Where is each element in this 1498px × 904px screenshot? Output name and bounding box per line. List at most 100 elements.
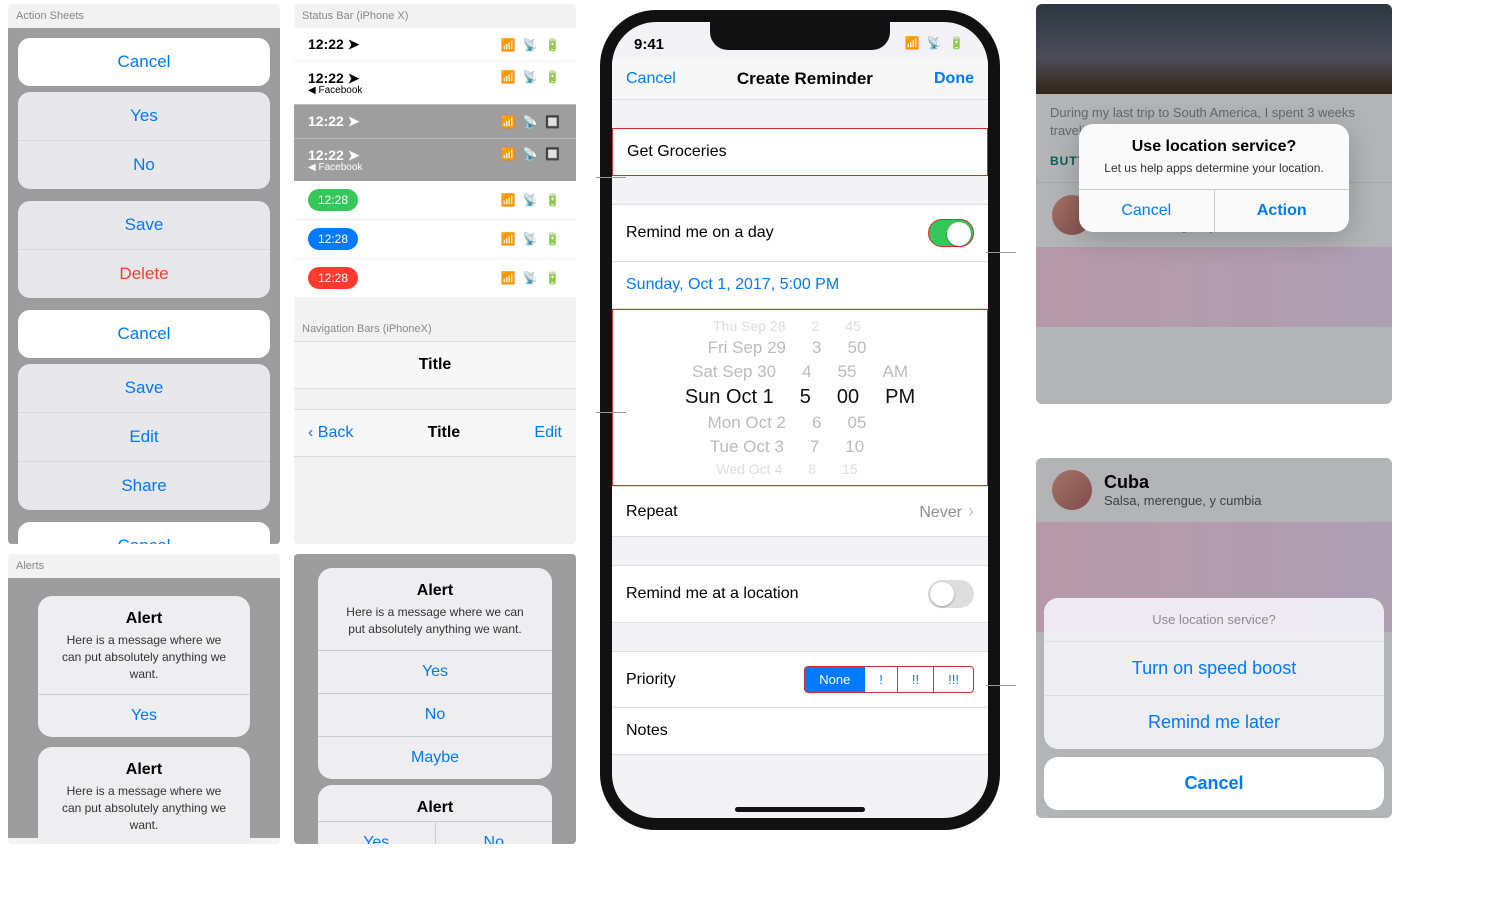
nav-bar: Cancel Create Reminder Done bbox=[612, 59, 988, 100]
priority-cell: Priority None ! !! !!! bbox=[612, 651, 988, 708]
cell-label: Remind me at a location bbox=[626, 585, 799, 603]
maybe-button[interactable]: Maybe bbox=[318, 736, 552, 779]
reminder-name-field[interactable]: Get Groceries bbox=[627, 143, 727, 161]
action-sheet-title: Use location service? bbox=[1044, 598, 1384, 642]
remind-location-toggle[interactable] bbox=[928, 580, 974, 608]
recording-pill[interactable]: 12:28 bbox=[308, 267, 358, 289]
location-alert-card: During my last trip to South America, I … bbox=[1036, 4, 1392, 404]
home-indicator[interactable] bbox=[735, 807, 865, 812]
seg-none[interactable]: None bbox=[805, 667, 865, 692]
cancel-button[interactable]: Cancel bbox=[18, 310, 270, 358]
date-summary: Sunday, Oct 1, 2017, 5:00 PM bbox=[626, 276, 839, 294]
delete-button[interactable]: Delete bbox=[18, 250, 270, 298]
yes-button[interactable]: Yes bbox=[318, 822, 436, 844]
status-time: 12:22 bbox=[308, 113, 344, 129]
no-button[interactable]: No bbox=[436, 822, 553, 844]
status-bar-row: 12:28 📶 📡 🔋 bbox=[294, 219, 576, 258]
remind-location-cell: Remind me at a location bbox=[612, 565, 988, 623]
nav-bar: Title bbox=[294, 341, 576, 389]
back-to-app[interactable]: ◀ Facebook bbox=[308, 162, 362, 173]
yes-button[interactable]: Yes bbox=[38, 694, 250, 737]
panel-header: Status Bar (iPhone X) bbox=[294, 4, 576, 28]
notch bbox=[710, 22, 890, 50]
nav-title: Title bbox=[353, 424, 534, 442]
location-arrow-icon: ➤ bbox=[348, 70, 360, 86]
alert-message: Here is a message where we can put absol… bbox=[318, 604, 552, 650]
alert-dialog: Alert Here is a message where we can put… bbox=[38, 596, 250, 737]
cancel-button[interactable]: Cancel bbox=[18, 522, 270, 544]
panel-header: Navigation Bars (iPhoneX) bbox=[294, 317, 576, 341]
edit-button[interactable]: Edit bbox=[534, 424, 562, 442]
save-button[interactable]: Save bbox=[18, 201, 270, 250]
notes-cell[interactable]: Notes bbox=[612, 708, 988, 755]
priority-segmented[interactable]: None ! !! !!! bbox=[804, 666, 974, 693]
no-button[interactable]: No bbox=[318, 693, 552, 736]
cancel-button[interactable]: Cancel bbox=[626, 70, 676, 88]
nav-bar: ‹ Back Title Edit bbox=[294, 409, 576, 457]
action-sheet: Use location service? Turn on speed boos… bbox=[1044, 598, 1384, 810]
status-icons: 📶 📡 🔲 bbox=[501, 115, 563, 129]
alert-message: Here is a message where we can put absol… bbox=[38, 632, 250, 694]
seg-low[interactable]: ! bbox=[865, 667, 898, 692]
status-bars-panel: Status Bar (iPhone X) 12:22 ➤ 📶 📡 🔋 12:2… bbox=[294, 4, 576, 544]
action-group-yesno: Yes No bbox=[18, 92, 270, 189]
status-icons: 📶 📡 🔋 bbox=[501, 70, 563, 84]
action-button[interactable]: Action bbox=[1215, 190, 1350, 232]
action-sheet-option[interactable]: Remind me later bbox=[1044, 696, 1384, 749]
alert-title: Alert bbox=[318, 568, 552, 604]
location-actionsheet-card: Cuba Salsa, merengue, y cumbia Use locat… bbox=[1036, 458, 1392, 818]
seg-med[interactable]: !! bbox=[898, 667, 934, 692]
back-to-app[interactable]: ◀ Facebook bbox=[308, 85, 362, 96]
repeat-value: Never bbox=[919, 504, 962, 521]
yes-button[interactable]: Yes bbox=[18, 92, 270, 141]
edit-button[interactable]: Edit bbox=[18, 413, 270, 462]
cancel-button[interactable]: Cancel bbox=[18, 38, 270, 86]
callout-line bbox=[986, 252, 1016, 253]
repeat-cell[interactable]: Repeat Never › bbox=[612, 486, 988, 537]
action-group-saveeditshare: Save Edit Share bbox=[18, 364, 270, 510]
status-icons: 📶 📡 🔋 bbox=[905, 36, 967, 53]
remind-day-toggle[interactable] bbox=[928, 219, 974, 247]
nav-title: Title bbox=[348, 356, 522, 374]
callout-line bbox=[596, 412, 626, 413]
status-bar-row-dark: 12:22 ➤ 📶 📡 🔲 bbox=[294, 104, 576, 138]
status-time: 12:22 bbox=[308, 147, 344, 163]
action-group-savedel: Save Delete bbox=[18, 201, 270, 298]
cancel-button[interactable]: Cancel bbox=[1044, 757, 1384, 810]
status-time: 12:22 bbox=[308, 70, 344, 86]
status-bar-row: 12:22 ➤ ◀ Facebook 📶 📡 🔋 bbox=[294, 61, 576, 104]
cell-label: Repeat bbox=[626, 503, 678, 521]
panel-header: Action Sheets bbox=[8, 4, 280, 28]
alert-dialog: Alert Here is a message where we can put… bbox=[38, 747, 250, 844]
reminder-title-cell[interactable]: Get Groceries bbox=[612, 128, 988, 176]
yes-button[interactable]: Yes bbox=[318, 650, 552, 693]
hotspot-pill[interactable]: 12:28 bbox=[308, 228, 358, 250]
cancel-button[interactable]: Cancel bbox=[1079, 190, 1215, 232]
share-button[interactable]: Share bbox=[18, 462, 270, 510]
callout-line bbox=[986, 685, 1016, 686]
done-button[interactable]: Done bbox=[934, 70, 974, 88]
alert-title: Alert bbox=[38, 596, 250, 632]
status-bar-row: 12:22 ➤ 📶 📡 🔋 bbox=[294, 28, 576, 61]
remind-on-day-cell: Remind me on a day bbox=[612, 204, 988, 262]
datetime-picker[interactable]: Thu Sep 28245 Fri Sep 29350 Sat Sep 3045… bbox=[612, 309, 988, 486]
chevron-right-icon: › bbox=[968, 501, 974, 521]
alert-message: Let us help apps determine your location… bbox=[1079, 160, 1349, 189]
nav-title: Create Reminder bbox=[737, 69, 873, 89]
action-sheet-option[interactable]: Turn on speed boost bbox=[1044, 642, 1384, 696]
date-summary-cell[interactable]: Sunday, Oct 1, 2017, 5:00 PM bbox=[612, 262, 988, 309]
status-bar-row: 12:28 📶 📡 🔋 bbox=[294, 258, 576, 297]
save-button[interactable]: Save bbox=[18, 364, 270, 413]
cell-label: Remind me on a day bbox=[626, 224, 774, 242]
back-button[interactable]: ‹ Back bbox=[308, 424, 353, 442]
ios-alert: Use location service? Let us help apps d… bbox=[1079, 124, 1349, 232]
panel-header: Alerts bbox=[8, 554, 280, 578]
status-bar-row: 12:28 📶 📡 🔋 bbox=[294, 181, 576, 219]
alert-message: Here is a message where we can put absol… bbox=[38, 783, 250, 844]
chevron-left-icon: ‹ bbox=[308, 424, 313, 441]
active-call-pill[interactable]: 12:28 bbox=[308, 189, 358, 211]
seg-high[interactable]: !!! bbox=[934, 667, 973, 692]
status-bar-row-dark: 12:22 ➤ ◀ Facebook 📶 📡 🔲 bbox=[294, 138, 576, 181]
cell-label: Notes bbox=[626, 722, 668, 740]
no-button[interactable]: No bbox=[18, 141, 270, 189]
